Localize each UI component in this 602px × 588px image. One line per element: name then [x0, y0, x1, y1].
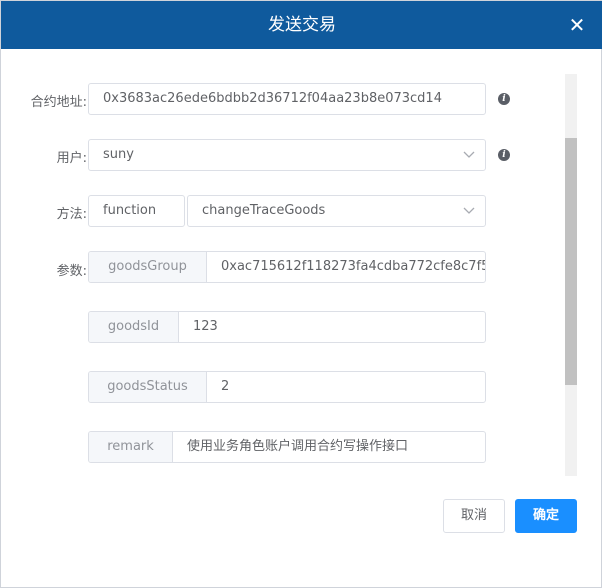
info-icon[interactable]: i	[498, 149, 510, 161]
params-label: 参数:	[56, 264, 87, 279]
param-value-input[interactable]: 123	[179, 312, 485, 342]
param-name: goodsStatus	[89, 372, 207, 402]
method-name-select[interactable]: changeTraceGoods	[187, 195, 486, 227]
param-name: goodsId	[89, 312, 179, 342]
param-value-input[interactable]: 0xac715612f118273fa4cdba772cfe8c7f5	[207, 252, 485, 282]
contract-address-input[interactable]: 0x3683ac26ede6bdbb2d36712f04aa23b8e073cd…	[88, 83, 486, 115]
method-type-select[interactable]: function	[88, 195, 185, 227]
user-select[interactable]: suny	[88, 139, 486, 171]
param-row: remark 使用业务角色账户调用合约写操作接口	[88, 431, 486, 463]
user-select-value: suny	[103, 147, 134, 162]
send-transaction-dialog: 发送交易 ✕ 合约地址: 0x3683ac26ede6bdbb2d36712f0…	[0, 0, 602, 588]
confirm-button[interactable]: 确定	[515, 499, 577, 533]
cancel-button[interactable]: 取消	[443, 499, 505, 533]
method-label: 方法:	[56, 207, 87, 222]
dialog-title: 发送交易	[268, 15, 336, 35]
close-icon[interactable]: ✕	[567, 15, 587, 35]
param-value-input[interactable]: 2	[207, 372, 485, 402]
scrollbar-thumb[interactable]	[565, 138, 577, 385]
user-label: 用户:	[56, 151, 87, 166]
chevron-down-icon	[463, 150, 475, 160]
contract-address-label: 合约地址:	[30, 95, 87, 110]
param-row: goodsGroup 0xac715612f118273fa4cdba772cf…	[88, 251, 486, 283]
chevron-down-icon	[463, 206, 475, 216]
param-row: goodsId 123	[88, 311, 486, 343]
param-value-input[interactable]: 使用业务角色账户调用合约写操作接口	[173, 432, 485, 462]
method-type-value: function	[103, 203, 157, 218]
dialog-header: 发送交易 ✕	[1, 1, 602, 49]
info-icon[interactable]: i	[498, 93, 510, 105]
param-name: remark	[89, 432, 173, 462]
param-name: goodsGroup	[89, 252, 207, 282]
param-row: goodsStatus 2	[88, 371, 486, 403]
method-name-value: changeTraceGoods	[202, 203, 326, 218]
